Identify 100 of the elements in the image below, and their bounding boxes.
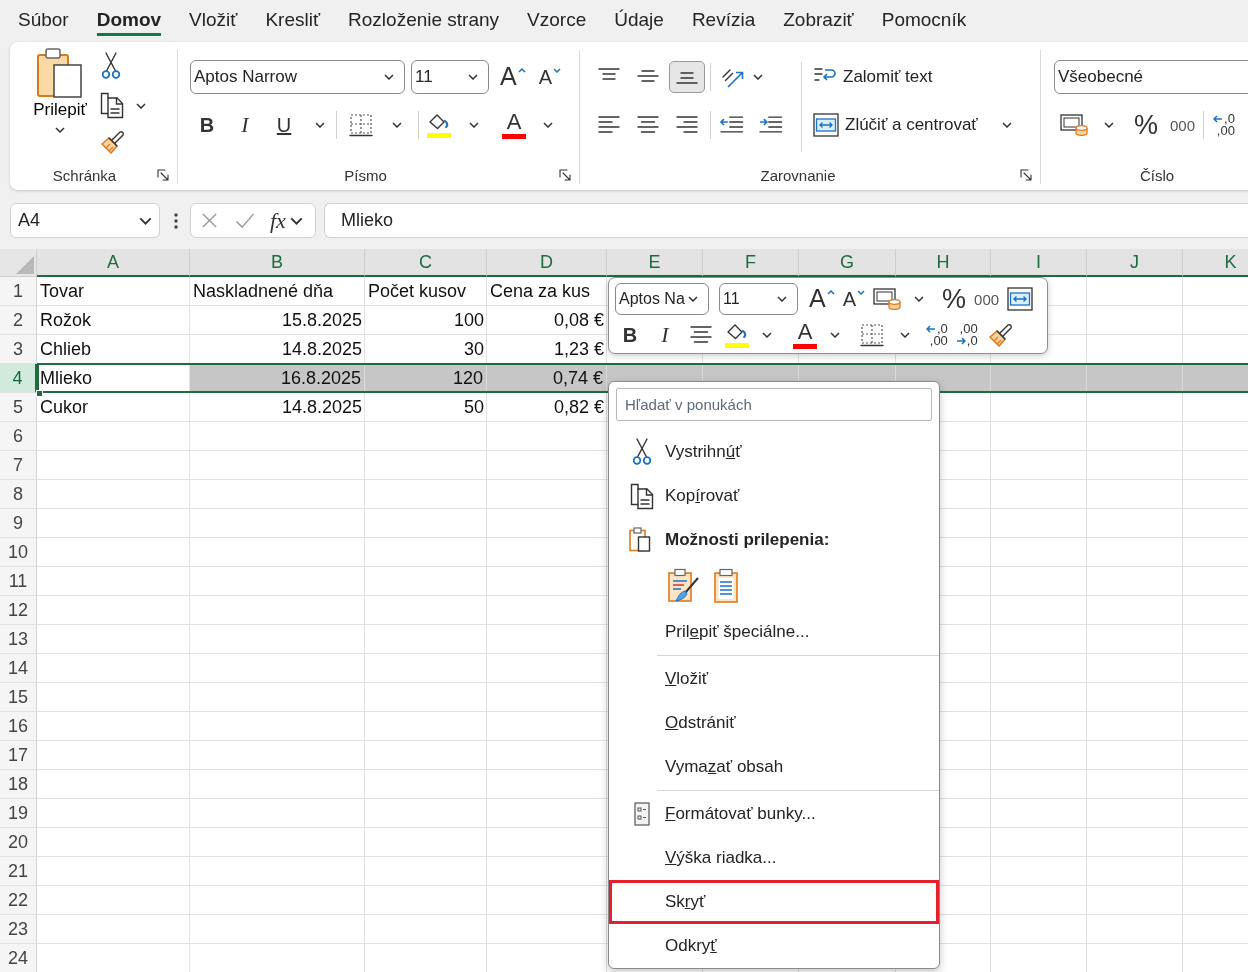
caret-icon[interactable]	[1001, 122, 1012, 128]
row-header[interactable]: 23	[0, 915, 37, 944]
caret-icon[interactable]	[139, 216, 152, 225]
column-header[interactable]: C	[365, 249, 487, 277]
row-header[interactable]: 9	[0, 509, 37, 538]
grow-font-button[interactable]: A	[500, 62, 526, 92]
row-header[interactable]: 14	[0, 654, 37, 683]
caret-icon[interactable]	[777, 296, 787, 302]
increase-decimal-button[interactable]: ,0 ,00	[926, 323, 948, 347]
clipboard-list-icon[interactable]	[713, 568, 739, 604]
column-header[interactable]: G	[799, 249, 896, 277]
caret-icon[interactable]	[543, 122, 553, 128]
menu-item[interactable]: Formátovať bunky...	[609, 792, 939, 836]
font-size-field[interactable]: 11	[411, 60, 489, 94]
clipboard-brush-icon[interactable]	[667, 568, 701, 604]
cancel-icon[interactable]	[201, 212, 218, 229]
menu-item[interactable]: Odstrániť	[609, 701, 939, 745]
row-header[interactable]: 4	[0, 364, 37, 393]
font-size-field[interactable]: 11	[719, 283, 798, 315]
row-header[interactable]: 17	[0, 741, 37, 770]
menu-item[interactable]: Vložiť	[609, 657, 939, 701]
caret-icon[interactable]	[136, 102, 146, 109]
borders-icon[interactable]	[349, 113, 373, 137]
column-header[interactable]: D	[487, 249, 607, 277]
merge-center-button[interactable]: Zlúčiť a centrovať	[813, 113, 978, 137]
ribbon-tab[interactable]: Rozloženie strany	[348, 0, 500, 36]
column-header[interactable]: K	[1183, 249, 1248, 277]
menu-item[interactable]: Vymazať obsah	[609, 745, 939, 789]
caret-icon[interactable]	[762, 332, 772, 338]
row-header[interactable]: 5	[0, 393, 37, 422]
caret-icon[interactable]	[1104, 122, 1114, 128]
check-icon[interactable]	[234, 212, 256, 229]
row-header[interactable]: 19	[0, 799, 37, 828]
caret-icon[interactable]	[315, 122, 325, 128]
caret-icon[interactable]	[289, 216, 303, 225]
align-center-icon[interactable]	[689, 325, 713, 345]
ribbon-tab[interactable]: Kresliť	[265, 0, 321, 36]
column-header[interactable]: A	[37, 249, 190, 277]
ribbon-tab[interactable]: Údaje	[614, 0, 664, 36]
banknote-coins-icon[interactable]	[1060, 113, 1088, 137]
thousands-separator-button[interactable]: 000	[1170, 116, 1196, 134]
font-color-button[interactable]: A	[793, 320, 817, 350]
italic-button[interactable]: I	[233, 111, 257, 139]
thousands-separator-button[interactable]: 000	[974, 290, 1000, 308]
bold-button[interactable]: B	[618, 321, 642, 349]
insert-function-button[interactable]: fx	[270, 207, 286, 234]
banknote-coins-icon[interactable]	[873, 287, 902, 311]
column-header[interactable]: F	[703, 249, 799, 277]
percent-button[interactable]: %	[1134, 110, 1158, 140]
caret-icon[interactable]	[900, 332, 910, 338]
caret-icon[interactable]	[914, 296, 925, 302]
borders-icon[interactable]	[860, 323, 884, 347]
caret-icon[interactable]	[468, 74, 478, 80]
italic-button[interactable]: I	[653, 321, 677, 349]
row-header[interactable]: 20	[0, 828, 37, 857]
row-header[interactable]: 8	[0, 480, 37, 509]
number-format-field[interactable]: Všeobecné	[1054, 60, 1248, 94]
wrap-text-button[interactable]: Zalomiť text	[813, 65, 933, 89]
menu-item[interactable]: Skryť	[609, 880, 939, 924]
ribbon-tab[interactable]: Domov	[96, 0, 162, 36]
decrease-decimal-button[interactable]: ,00 ,0	[955, 323, 978, 347]
row-header[interactable]: 11	[0, 567, 37, 596]
paste-button[interactable]: Prilepiť	[30, 48, 90, 133]
font-name-field[interactable]: Aptos Narrow	[190, 60, 405, 94]
column-header[interactable]: I	[991, 249, 1087, 277]
row-header[interactable]: 7	[0, 451, 37, 480]
caret-icon[interactable]	[753, 74, 763, 80]
row-header[interactable]: 3	[0, 335, 37, 364]
ribbon-tab[interactable]: Súbor	[18, 0, 69, 36]
increase-indent-icon[interactable]	[757, 114, 783, 136]
fill-handle[interactable]	[36, 390, 43, 397]
caret-icon[interactable]	[55, 127, 65, 133]
menu-item[interactable]: Vystrihnúť	[609, 430, 939, 474]
scissors-icon[interactable]	[100, 52, 122, 80]
ribbon-tab[interactable]: Revízia	[691, 0, 756, 36]
column-header[interactable]: J	[1087, 249, 1183, 277]
ribbon-tab[interactable]: Pomocník	[881, 0, 967, 36]
caret-icon[interactable]	[688, 296, 698, 302]
shrink-font-button[interactable]: A	[538, 62, 562, 92]
brush-icon[interactable]	[100, 129, 126, 155]
column-header[interactable]: E	[607, 249, 703, 277]
row-header[interactable]: 24	[0, 944, 37, 972]
formula-field[interactable]: Mlieko	[324, 203, 1248, 238]
merge-cells-icon[interactable]	[1007, 287, 1034, 311]
menu-item[interactable]: Kopírovať	[609, 474, 939, 518]
font-color-button[interactable]: A	[502, 110, 526, 140]
row-header[interactable]: 13	[0, 625, 37, 654]
grow-font-button[interactable]: A	[809, 284, 835, 314]
row-header[interactable]: 10	[0, 538, 37, 567]
caret-icon[interactable]	[469, 122, 479, 128]
menu-item[interactable]: Odkryť	[609, 924, 939, 968]
bold-button[interactable]: B	[195, 111, 219, 139]
dialog-launcher-icon[interactable]	[559, 169, 571, 181]
ribbon-tab[interactable]: Vzorce	[527, 0, 587, 36]
dialog-launcher-icon[interactable]	[1020, 169, 1032, 181]
row-header[interactable]: 15	[0, 683, 37, 712]
row-header[interactable]: 2	[0, 306, 37, 335]
brush-icon[interactable]	[987, 322, 1014, 348]
row-header[interactable]: 21	[0, 857, 37, 886]
increase-decimal-button[interactable]: ,0 ,00	[1213, 113, 1235, 137]
